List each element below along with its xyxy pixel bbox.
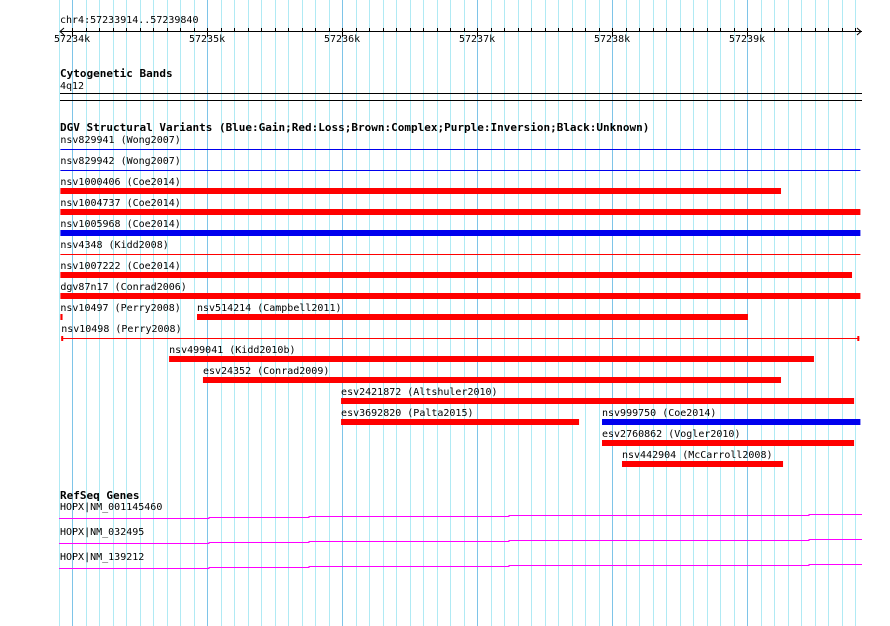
variant-feature xyxy=(341,398,855,404)
ruler-tick-label: 57236k xyxy=(324,34,361,45)
ruler-tick-label: 57234k xyxy=(54,34,91,45)
gene-feature xyxy=(59,539,862,544)
variant-label[interactable]: esv24352 (Conrad2009) xyxy=(203,366,329,377)
variant-label[interactable]: nsv829942 (Wong2007) xyxy=(60,156,180,167)
variant-feature xyxy=(60,293,861,299)
gene-label[interactable]: HOPX|NM_001145460 xyxy=(60,502,162,513)
variant-label[interactable]: nsv10498 (Perry2008) xyxy=(61,324,181,335)
dgv-track-title: DGV Structural Variants (Blue:Gain;Red:L… xyxy=(60,121,650,134)
variant-label[interactable]: nsv829941 (Wong2007) xyxy=(60,135,180,146)
cyto-band-label[interactable]: 4q12 xyxy=(60,81,84,92)
variant-feature xyxy=(60,230,861,236)
ruler-tick-label: 57235k xyxy=(189,34,226,45)
variant-label[interactable]: nsv1004737 (Coe2014) xyxy=(60,198,180,209)
variant-label[interactable]: nsv442904 (McCarroll2008) xyxy=(622,450,773,461)
variant-feature xyxy=(621,461,784,467)
location-label: chr4:57233914..57239840 xyxy=(60,15,199,26)
variant-label[interactable]: nsv10497 (Perry2008) xyxy=(60,303,180,314)
variant-feature xyxy=(169,356,814,362)
gene-feature xyxy=(59,564,862,569)
variant-label[interactable]: esv3692820 (Palta2015) xyxy=(341,408,473,419)
variant-feature xyxy=(202,377,782,383)
gene-label[interactable]: HOPX|NM_139212 xyxy=(60,552,144,563)
gene-label[interactable]: HOPX|NM_032495 xyxy=(60,527,144,538)
variant-label[interactable]: nsv999750 (Coe2014) xyxy=(602,408,716,419)
cyto-track-title: Cytogenetic Bands xyxy=(60,67,173,80)
variant-feature xyxy=(60,209,861,215)
variant-label[interactable]: esv2421872 (Altshuler2010) xyxy=(341,387,498,398)
variant-label[interactable]: nsv1005968 (Coe2014) xyxy=(60,219,180,230)
variant-feature xyxy=(341,419,580,425)
variant-label[interactable]: nsv4348 (Kidd2008) xyxy=(60,240,168,251)
refseq-track-title: RefSeq Genes xyxy=(60,489,140,502)
ruler-tick-label: 57239k xyxy=(729,34,766,45)
variant-label[interactable]: esv2760862 (Vogler2010) xyxy=(602,429,740,440)
variant-feature xyxy=(60,188,782,194)
variant-label[interactable]: dgv87n17 (Conrad2006) xyxy=(60,282,186,293)
ruler-tick-label: 57238k xyxy=(594,34,631,45)
variant-feature xyxy=(60,272,853,278)
variant-feature xyxy=(60,314,63,320)
variant-label[interactable]: nsv1000406 (Coe2014) xyxy=(60,177,180,188)
ruler-tick-label: 57237k xyxy=(459,34,496,45)
variant-label[interactable]: nsv499041 (Kidd2010b) xyxy=(169,345,295,356)
variant-feature xyxy=(602,419,861,425)
variant-label[interactable]: nsv514214 (Campbell2011) xyxy=(197,303,342,314)
genome-browser: chr4:57233914..57239840 57234k 57235k 5723… xyxy=(0,0,890,626)
variant-feature xyxy=(602,440,855,446)
variant-label[interactable]: nsv1007222 (Coe2014) xyxy=(60,261,180,272)
gene-feature xyxy=(59,514,862,519)
variant-feature xyxy=(197,314,748,320)
